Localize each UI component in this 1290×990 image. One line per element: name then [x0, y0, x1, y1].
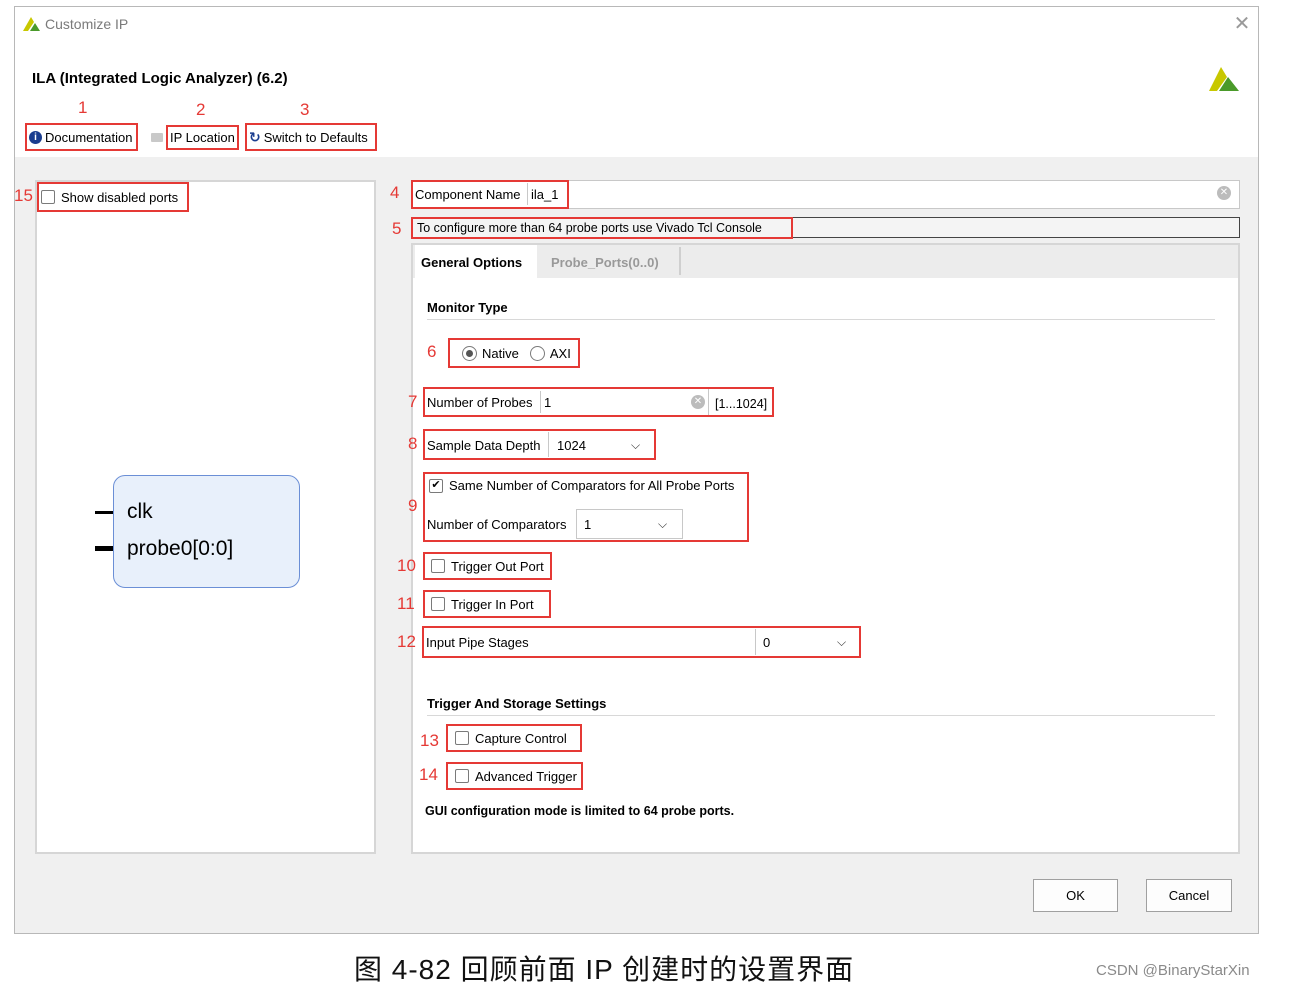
close-icon[interactable]: ✕ — [1230, 12, 1254, 36]
checkbox-box[interactable] — [431, 597, 445, 611]
xilinx-logo-icon — [1209, 67, 1239, 91]
ip-location-link[interactable]: IP Location — [149, 124, 241, 150]
same-comparators-checkbox[interactable]: ✔ Same Number of Comparators for All Pro… — [429, 478, 734, 493]
show-disabled-ports-checkbox[interactable]: Show disabled ports — [37, 182, 189, 212]
ip-title: ILA (Integrated Logic Analyzer) (6.2) — [32, 70, 288, 87]
checkbox-box[interactable] — [455, 769, 469, 783]
chevron-down-icon[interactable]: ⌵ — [631, 438, 640, 453]
annotation-number: 7 — [408, 392, 418, 411]
tab-general-options-label: General Options — [421, 255, 523, 270]
annotation-number: 11 — [397, 594, 415, 613]
num-probes-range: [1...1024] — [715, 397, 768, 411]
dialog-header: ILA (Integrated Logic Analyzer) (6.2) i … — [15, 41, 1258, 157]
port-clk: clk — [127, 500, 153, 523]
info-icon: i — [29, 130, 42, 144]
switch-to-defaults-link[interactable]: ↻ Switch to Defaults — [245, 123, 377, 151]
sample-depth-label: Sample Data Depth — [427, 438, 541, 453]
monitor-type-title: Monitor Type — [427, 300, 508, 315]
cancel-button[interactable]: Cancel — [1146, 879, 1232, 912]
trigger-storage-title: Trigger And Storage Settings — [427, 696, 607, 711]
switch-to-defaults-label: Switch to Defaults — [263, 129, 368, 145]
advanced-trigger-label: Advanced Trigger — [475, 768, 577, 784]
documentation-link[interactable]: i Documentation — [25, 123, 138, 151]
clear-icon[interactable]: ✕ — [1217, 186, 1231, 200]
capture-control-label: Capture Control — [475, 730, 567, 746]
num-comparators-label: Number of Comparators — [427, 517, 567, 532]
annotation-number: 1 — [78, 98, 88, 117]
sample-depth-value: 1024 — [557, 438, 586, 453]
annotation-number: 5 — [392, 219, 402, 238]
ila-block-symbol — [113, 475, 300, 588]
annotation-number: 6 — [427, 342, 437, 361]
divider — [540, 391, 541, 413]
input-pipe-stages-value: 0 — [763, 635, 771, 650]
refresh-icon: ↻ — [249, 128, 261, 145]
annotation-number: 4 — [390, 183, 400, 202]
trigger-out-port-label: Trigger Out Port — [451, 558, 544, 574]
num-probes-input[interactable]: 1 — [544, 395, 551, 410]
tab-probe-ports[interactable]: Probe_Ports(0..0) — [541, 245, 681, 278]
annotation-number: 13 — [420, 731, 439, 750]
checkbox-box[interactable] — [431, 559, 445, 573]
monitor-type-divider — [427, 319, 1215, 320]
divider — [548, 432, 549, 457]
figure-caption: 图 4-82 回顾前面 IP 创建时的设置界面 — [354, 954, 855, 985]
ip-location-label: IP Location — [166, 124, 239, 150]
customize-ip-dialog: Customize IP ✕ ILA (Integrated Logic Ana… — [14, 6, 1259, 934]
divider — [527, 183, 528, 205]
component-name-input[interactable]: ila_1 — [531, 187, 558, 202]
capture-control-checkbox[interactable]: Capture Control — [446, 724, 582, 752]
checkbox-box[interactable] — [41, 190, 55, 204]
show-disabled-ports-label: Show disabled ports — [61, 189, 179, 205]
checkmark-icon[interactable]: ✔ — [429, 478, 443, 493]
trigger-in-port-label: Trigger In Port — [451, 596, 534, 612]
window-title: Customize IP — [45, 16, 129, 32]
axi-radio[interactable] — [529, 345, 545, 361]
symbol-panel: Show disabled ports clk probe0[0:0] — [35, 180, 376, 854]
annotation-number: 14 — [419, 765, 438, 784]
axi-label: AXI — [549, 345, 571, 361]
trigger-out-port-checkbox[interactable]: Trigger Out Port — [423, 552, 552, 580]
annotation-number: 2 — [196, 100, 206, 119]
folder-icon — [151, 132, 163, 142]
note-text: To configure more than 64 probe ports us… — [417, 221, 762, 235]
title-bar: Customize IP ✕ — [15, 7, 1258, 41]
annotation-number: 3 — [300, 100, 310, 119]
component-name-label: Component Name — [415, 187, 521, 202]
chevron-down-icon[interactable]: ⌵ — [658, 517, 667, 532]
num-comparators-value: 1 — [584, 517, 592, 532]
config-panel: Component Name ila_1 ✕ To configure more… — [411, 180, 1240, 854]
native-label: Native — [482, 345, 519, 361]
divider — [755, 629, 756, 655]
watermark: CSDN @BinaryStarXin — [1096, 962, 1250, 979]
input-pipe-stages-label: Input Pipe Stages — [426, 635, 529, 650]
checkbox-box[interactable] — [455, 731, 469, 745]
tab-general-options[interactable]: General Options — [415, 245, 537, 279]
monitor-type-radio-group: Native AXI — [448, 338, 580, 368]
port-probe0: probe0[0:0] — [127, 537, 234, 560]
clear-icon[interactable]: ✕ — [691, 395, 705, 409]
chevron-down-icon[interactable]: ⌵ — [837, 635, 846, 650]
vivado-logo-icon — [23, 17, 40, 31]
annotation-number: 15 — [14, 186, 33, 205]
annotation-number: 8 — [408, 434, 418, 453]
tab-separator — [679, 247, 681, 275]
probe0-pin — [95, 546, 113, 551]
tab-probe-ports-label: Probe_Ports(0..0) — [551, 255, 659, 270]
native-radio[interactable] — [462, 345, 477, 361]
num-probes-label: Number of Probes — [427, 395, 533, 410]
documentation-label: Documentation — [45, 129, 133, 145]
advanced-trigger-checkbox[interactable]: Advanced Trigger — [446, 762, 583, 790]
ok-button[interactable]: OK — [1033, 879, 1118, 912]
annotation-number: 9 — [408, 496, 418, 515]
trigger-storage-divider — [427, 715, 1215, 716]
clk-pin — [95, 511, 113, 514]
annotation-number: 10 — [397, 556, 416, 575]
same-comparators-label: Same Number of Comparators for All Probe… — [449, 478, 735, 493]
annotation-number: 12 — [397, 632, 416, 651]
gui-limit-note: GUI configuration mode is limited to 64 … — [425, 804, 735, 818]
trigger-in-port-checkbox[interactable]: Trigger In Port — [423, 590, 551, 618]
